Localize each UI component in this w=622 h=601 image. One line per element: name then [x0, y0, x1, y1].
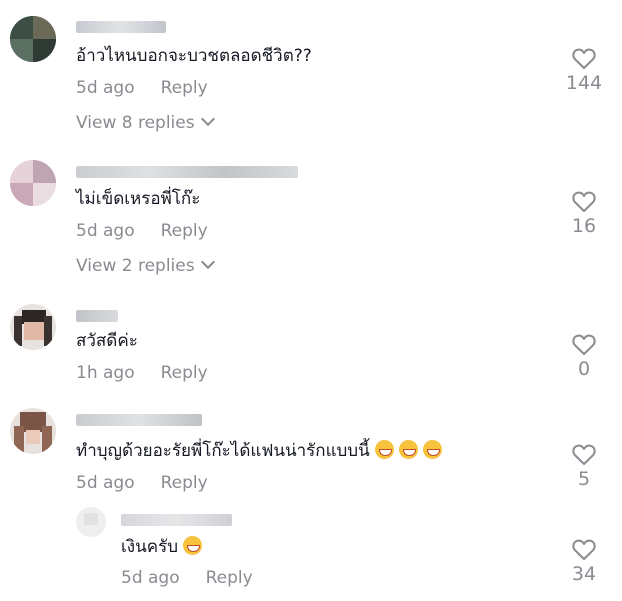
tears-of-joy-icon — [422, 440, 442, 459]
reply-button[interactable]: Reply — [206, 568, 253, 588]
reply-button[interactable]: Reply — [161, 473, 208, 493]
chevron-down-icon — [200, 254, 215, 270]
comment-text: ทำบุญด้วยอะรัยพี่โก๊ะได้แฟนน่ารักแบบนี้ — [76, 440, 442, 462]
grinning-face-icon — [183, 536, 203, 555]
reply-text-label: เงินครับ — [121, 537, 179, 557]
chevron-down-icon — [200, 111, 215, 127]
comment-text: สวัสดีค่ะ — [76, 331, 138, 351]
like-count: 144 — [565, 72, 603, 94]
comment-meta: 5d ago Reply — [76, 221, 208, 241]
like-button[interactable]: 0 — [559, 334, 609, 380]
avatar[interactable] — [76, 507, 106, 537]
comment-time: 1h ago — [76, 363, 135, 383]
reply-button[interactable]: Reply — [161, 221, 208, 241]
username[interactable] — [76, 414, 202, 426]
like-button[interactable]: 144 — [559, 48, 609, 94]
comment-time: 5d ago — [76, 221, 135, 241]
reply-text: เงินครับ — [121, 536, 203, 558]
comment-time: 5d ago — [76, 78, 135, 98]
username[interactable] — [76, 166, 298, 178]
comment-meta: 5d ago Reply — [76, 78, 208, 98]
heart-icon — [572, 539, 596, 560]
like-button[interactable]: 16 — [559, 191, 609, 237]
view-replies-label: View 8 replies — [76, 113, 195, 133]
heart-icon — [572, 191, 596, 212]
heart-icon — [572, 48, 596, 69]
avatar[interactable] — [10, 408, 56, 454]
reply-time: 5d ago — [121, 568, 180, 588]
like-count: 0 — [577, 358, 591, 380]
comment-meta: 5d ago Reply — [76, 473, 208, 493]
avatar[interactable] — [10, 304, 56, 350]
heart-icon — [572, 444, 596, 465]
view-replies-button[interactable]: View 2 replies — [76, 254, 215, 276]
view-replies-button[interactable]: View 8 replies — [76, 111, 215, 133]
like-button[interactable]: 5 — [559, 444, 609, 490]
username[interactable] — [76, 21, 166, 33]
like-count: 5 — [577, 468, 591, 490]
avatar[interactable] — [10, 160, 56, 206]
comment-meta: 1h ago Reply — [76, 363, 208, 383]
reply-button[interactable]: Reply — [161, 363, 208, 383]
comment-text: อ้าวไหนบอกจะบวชตลอดชีวิต?? — [76, 46, 312, 66]
like-button[interactable]: 34 — [559, 539, 609, 585]
reply-meta: 5d ago Reply — [121, 568, 253, 588]
reply-button[interactable]: Reply — [161, 78, 208, 98]
view-replies-label: View 2 replies — [76, 256, 195, 276]
comment-time: 5d ago — [76, 473, 135, 493]
heart-icon — [572, 334, 596, 355]
like-count: 34 — [571, 563, 597, 585]
grinning-face-icon — [398, 440, 418, 459]
comment-text: ไม่เข็ดเหรอพี่โก๊ะ — [76, 189, 201, 209]
username[interactable] — [76, 310, 118, 322]
like-count: 16 — [571, 215, 597, 237]
avatar[interactable] — [10, 16, 56, 62]
username[interactable] — [121, 514, 232, 526]
grinning-face-icon — [374, 440, 394, 459]
comment-text-label: ทำบุญด้วยอะรัยพี่โก๊ะได้แฟนน่ารักแบบนี้ — [76, 441, 370, 461]
